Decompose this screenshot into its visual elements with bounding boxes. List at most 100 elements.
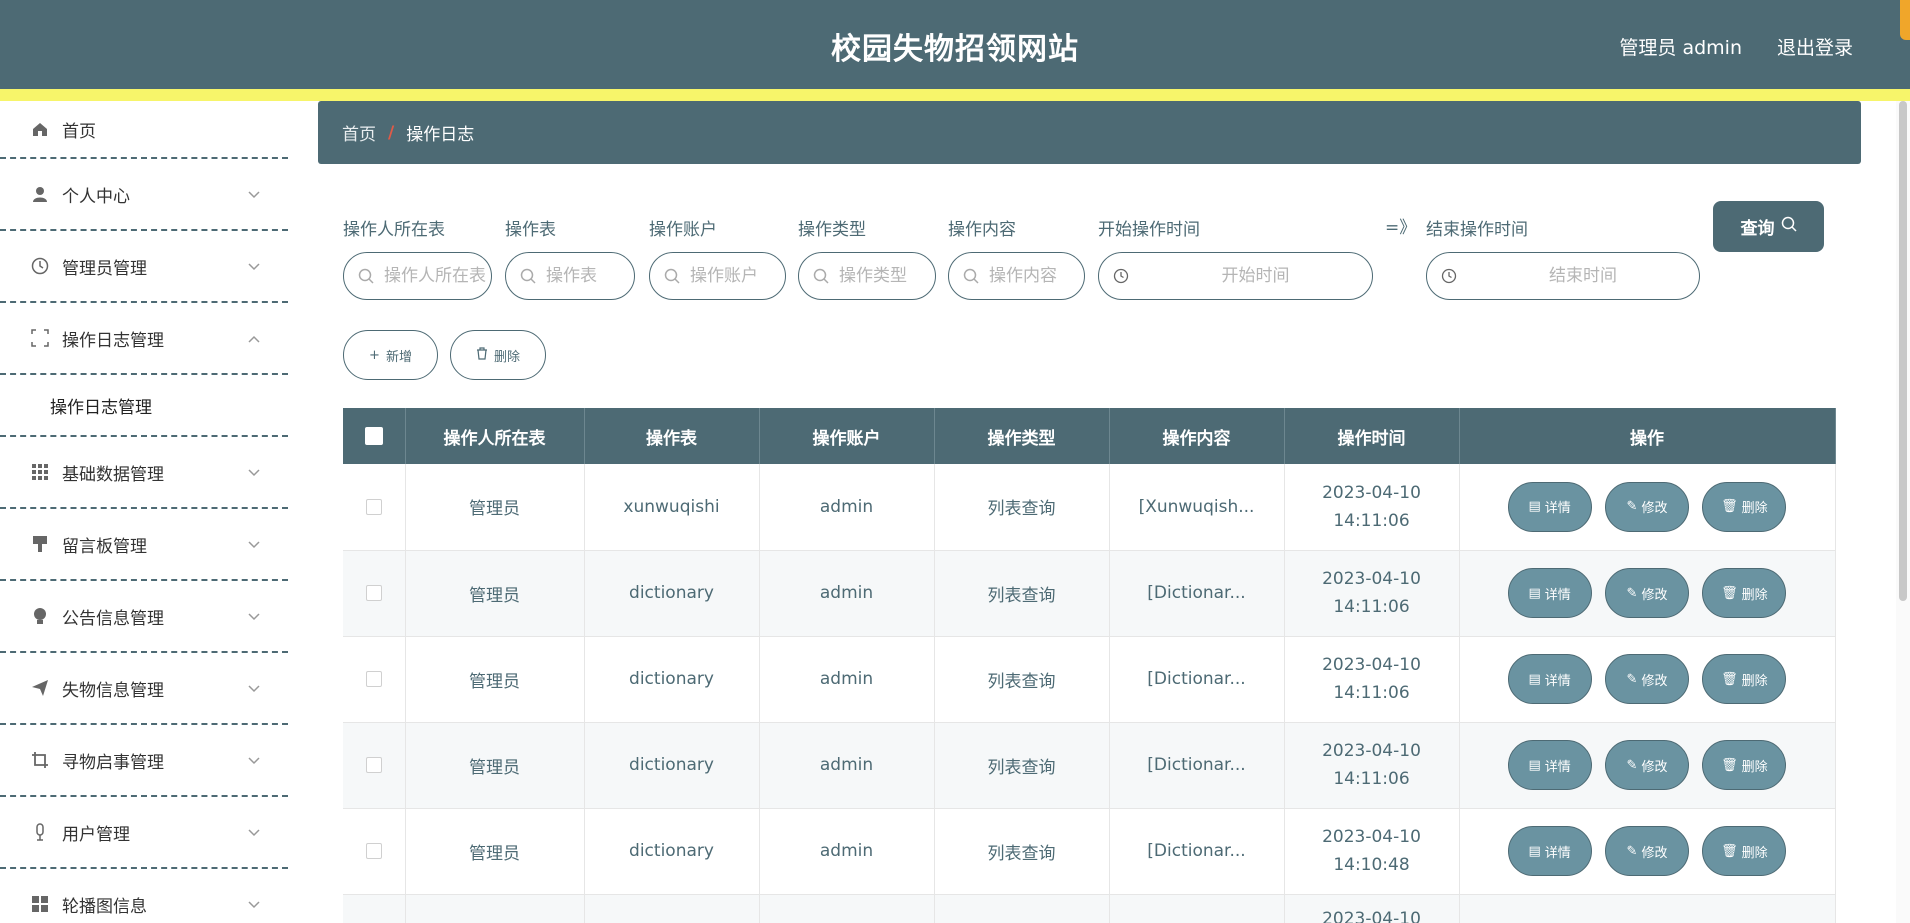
batch-delete-button[interactable]: 删除 (450, 330, 546, 380)
edit-label: 修改 (1641, 587, 1668, 603)
sidebar-item-admins[interactable]: 管理员管理 (0, 231, 288, 303)
delete-button[interactable]: 🗑 删除 (1702, 568, 1787, 618)
pencil-icon: ✎ (1626, 671, 1638, 687)
brush-icon (30, 534, 50, 554)
table-row: 管理员 xunwuqishi admin 列表查询 [Xunwuqish... … (343, 464, 1836, 551)
breadcrumb-home[interactable]: 首页 (342, 120, 376, 145)
clock-icon (30, 256, 50, 276)
filter-label-end-time: 结束操作时间 (1426, 220, 1528, 240)
chevron-down-icon (248, 750, 260, 770)
add-button[interactable]: + 新增 (343, 330, 438, 380)
delete-button[interactable]: 🗑 删除 (1702, 481, 1787, 532)
plus-icon: + (369, 347, 380, 363)
scrollbar-thumb[interactable] (1899, 101, 1907, 601)
cell-account: admin (759, 550, 935, 637)
chevron-down-icon (248, 678, 260, 698)
cell-content: [Dictionar... (1109, 808, 1285, 895)
sidebar-item-label: 用户管理 (62, 824, 130, 845)
select-all-checkbox[interactable] (364, 427, 383, 445)
type-input[interactable] (839, 266, 935, 286)
detail-label: 详情 (1544, 759, 1571, 775)
content-input[interactable] (989, 266, 1084, 286)
sidebar-subitem-oplog[interactable]: 操作日志管理 (0, 375, 288, 437)
delete-button[interactable]: 🗑 删除 (1702, 826, 1787, 876)
sidebar-item-label: 管理员管理 (62, 258, 147, 279)
filter-op-table (505, 252, 635, 300)
edit-button[interactable]: ✎ 修改 (1605, 654, 1689, 704)
column-header: 操作表 (584, 408, 760, 464)
mic-icon (30, 822, 50, 842)
sidebar-item-carousel[interactable]: 轮播图信息 (0, 869, 288, 923)
role-table-input[interactable] (384, 266, 491, 286)
sidebar-item-label: 寻物启事管理 (62, 752, 164, 773)
delete-button[interactable]: 🗑 删除 (1702, 654, 1787, 704)
page-scrollbar[interactable] (1896, 101, 1910, 923)
cell-account: admin (759, 808, 935, 895)
logout-link[interactable]: 退出登录 (1777, 33, 1853, 60)
chevron-down-icon (248, 184, 260, 204)
detail-button[interactable]: ▤ 详情 (1507, 568, 1592, 618)
clock-icon (1113, 267, 1131, 285)
edit-button[interactable]: ✎ 修改 (1605, 568, 1689, 618)
detail-button[interactable]: ▤ 详情 (1507, 740, 1592, 790)
row-checkbox[interactable] (365, 585, 382, 601)
row-checkbox[interactable] (365, 671, 382, 687)
cell-role: 管理员 (405, 808, 585, 895)
filter-start-time (1098, 252, 1373, 300)
cell-type: 列表查询 (934, 808, 1110, 895)
edit-button[interactable]: ✎ 修改 (1605, 740, 1689, 790)
cell-table: dictionary (584, 808, 760, 895)
cell-role: 管理员 (405, 722, 585, 809)
detail-label: 详情 (1544, 587, 1571, 603)
query-button[interactable]: 查询 (1713, 201, 1824, 252)
sidebar-item-notices[interactable]: 公告信息管理 (0, 581, 288, 653)
filter-content (948, 252, 1085, 300)
row-checkbox[interactable] (365, 498, 382, 515)
blocks-icon (30, 894, 50, 914)
cell-content: [Xunwuqish... (1109, 464, 1285, 551)
sidebar-item-oplog[interactable]: 操作日志管理 (0, 303, 288, 375)
edit-button[interactable]: ✎ 修改 (1605, 481, 1689, 532)
cell-actions: ▤ 详情 ✎ 修改 🗑 删除 (1459, 550, 1836, 637)
delete-button[interactable]: 🗑 删除 (1702, 740, 1787, 790)
row-checkbox[interactable] (365, 757, 382, 773)
detail-button[interactable]: ▤ 详情 (1507, 654, 1592, 704)
sidebar-item-messages[interactable]: 留言板管理 (0, 509, 288, 581)
sidebar-item-lost-items[interactable]: 失物信息管理 (0, 653, 288, 725)
detail-button[interactable]: ▤ 详情 (1507, 826, 1592, 876)
sidebar-item-home[interactable]: 首页 (0, 101, 288, 159)
sidebar-item-users[interactable]: 用户管理 (0, 797, 288, 869)
column-header: 操作内容 (1109, 408, 1285, 464)
detail-label: 详情 (1544, 845, 1571, 861)
row-checkbox[interactable] (365, 843, 382, 859)
sidebar-item-label: 首页 (62, 121, 96, 142)
document-icon: ▤ (1528, 757, 1541, 773)
edit-button[interactable]: ✎ 修改 (1605, 826, 1689, 876)
column-header: 操作 (1459, 408, 1836, 464)
sidebar-item-search-notices[interactable]: 寻物启事管理 (0, 725, 288, 797)
edit-label: 修改 (1641, 501, 1668, 517)
cell-actions: ▤ 详情 ✎ 修改 🗑 删除 (1459, 722, 1836, 809)
cell-role: 管理员 (405, 636, 585, 723)
cell-time: 2023-04-10 14:10: (1284, 894, 1460, 923)
sidebar-item-profile[interactable]: 个人中心 (0, 159, 288, 231)
sidebar-item-label: 个人中心 (62, 186, 130, 207)
start-time-input[interactable] (1139, 266, 1372, 286)
table-row: 管理员 dictionary admin 列表查询 [Dictionar... … (343, 808, 1836, 895)
range-separator: =》 (1385, 218, 1417, 238)
sidebar-item-label: 留言板管理 (62, 536, 147, 557)
filter-role-table (343, 252, 492, 300)
edit-label: 修改 (1641, 673, 1668, 689)
home-icon (30, 119, 50, 139)
search-icon (520, 267, 538, 285)
account-input[interactable] (690, 266, 785, 286)
detail-button[interactable]: ▤ 详情 (1507, 481, 1592, 532)
cell-type: 列表查询 (934, 464, 1110, 551)
op-table-input[interactable] (546, 266, 634, 286)
sidebar-item-basedata[interactable]: 基础数据管理 (0, 437, 288, 509)
cell-time: 2023-04-10 14:11:06 (1284, 636, 1460, 723)
column-header: 操作账户 (759, 408, 935, 464)
sidebar-item-label: 基础数据管理 (62, 464, 164, 485)
end-time-input[interactable] (1467, 266, 1699, 286)
document-icon: ▤ (1528, 499, 1541, 515)
